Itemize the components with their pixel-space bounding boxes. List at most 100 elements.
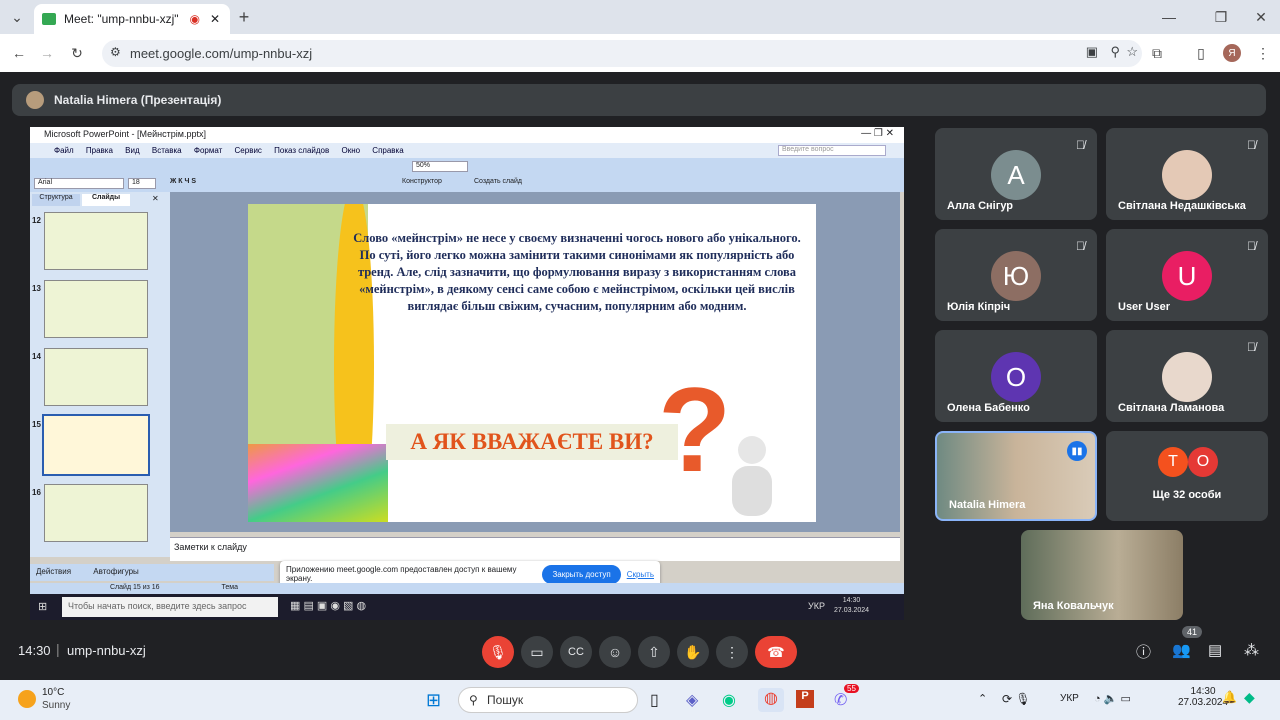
participant-tile[interactable]: 🎙̸ Світлана Недашківська: [1106, 128, 1268, 220]
menu-icon[interactable]: ⋮: [1252, 42, 1274, 64]
weather-temp: 10°C: [42, 687, 65, 698]
viber-icon[interactable]: ✆: [834, 690, 847, 710]
side-panel-icon[interactable]: ▯: [1190, 42, 1212, 64]
participant-tile[interactable]: O Олена Бабенко: [935, 330, 1097, 422]
start-icon[interactable]: ⊞: [426, 690, 441, 711]
menu-edit[interactable]: Правка: [86, 146, 113, 155]
browser-tab[interactable]: Meet: "ump-nnbu-xzj" ◉ ✕: [34, 4, 230, 34]
menu-window[interactable]: Окно: [341, 146, 360, 155]
stop-sharing-button[interactable]: Закрыть доступ: [542, 564, 621, 584]
menu-file[interactable]: Файл: [54, 146, 74, 155]
slide-thumbnail[interactable]: [44, 280, 148, 338]
zoom-select[interactable]: 50%: [412, 161, 468, 172]
slide-thumbnail[interactable]: [44, 348, 148, 406]
chrome-icon[interactable]: ◍: [758, 688, 784, 712]
captions-button[interactable]: CC: [560, 636, 592, 668]
menu-help[interactable]: Справка: [372, 146, 403, 155]
more-participants-tile[interactable]: T O Ще 32 особи: [1106, 431, 1268, 521]
inner-start-icon[interactable]: ⊞: [38, 600, 47, 613]
teams-icon[interactable]: ◈: [686, 690, 698, 710]
ppt-titlebar: Microsoft PowerPoint - [Мейнстрім.pptx] …: [30, 127, 904, 143]
help-search-input[interactable]: Введите вопрос: [778, 145, 886, 156]
tray-chevron-icon[interactable]: ⌃: [978, 692, 987, 705]
forward-icon[interactable]: →: [36, 42, 58, 64]
tab-close-icon[interactable]: ✕: [210, 12, 220, 26]
activities-icon[interactable]: ⁂: [1244, 641, 1259, 659]
slide-thumbnail[interactable]: [44, 484, 148, 542]
participant-photo-avatar: [1162, 352, 1212, 402]
pane-close-icon[interactable]: ✕: [152, 194, 159, 203]
participant-avatar: Ю: [991, 251, 1041, 301]
tab-title: Meet: "ump-nnbu-xzj": [64, 12, 179, 26]
copilot-icon[interactable]: ◆: [1244, 689, 1255, 706]
inner-taskbar-apps-icon[interactable]: ▦ ▤ ▣ ◉ ▧ ◍: [290, 599, 366, 612]
notes-area[interactable]: Заметки к слайду: [170, 537, 900, 561]
info-icon[interactable]: ⓘ: [1136, 641, 1151, 662]
menu-slideshow[interactable]: Показ слайдов: [274, 146, 329, 155]
close-window-icon[interactable]: ✕: [1250, 6, 1272, 28]
menu-view[interactable]: Вид: [125, 146, 139, 155]
zoom-icon[interactable]: ⚲: [1110, 44, 1120, 60]
bookmark-star-icon[interactable]: ☆: [1126, 44, 1138, 60]
task-view-icon[interactable]: ▯: [650, 690, 659, 710]
thumb-number: 14: [32, 352, 41, 361]
restore-icon[interactable]: ❐: [1210, 6, 1232, 28]
edge-icon[interactable]: ◉: [722, 690, 736, 710]
participant-tile[interactable]: 🎙̸ U User User: [1106, 229, 1268, 321]
font-size-select[interactable]: 18: [128, 178, 156, 189]
powerpoint-icon[interactable]: P: [796, 690, 814, 708]
network-sound-icon[interactable]: ◔ 🔈 ▭: [1094, 692, 1131, 705]
shared-screen: Microsoft PowerPoint - [Мейнстрім.pptx] …: [30, 127, 904, 620]
extensions-icon[interactable]: ⧉: [1146, 42, 1168, 64]
chat-icon[interactable]: ▤: [1208, 641, 1222, 659]
participant-tile-speaking[interactable]: ▮▮ Natalia Himera: [935, 431, 1097, 521]
menu-service[interactable]: Сервис: [235, 146, 262, 155]
notification-bell-icon[interactable]: 🔔: [1222, 690, 1237, 704]
drawing-toolbar: Действия Автофигуры: [30, 564, 274, 581]
tray-icons[interactable]: ⟳ 🎙: [1002, 692, 1031, 706]
site-info-icon[interactable]: ⚙: [110, 45, 121, 59]
slide-thumbnail-selected[interactable]: [42, 414, 150, 476]
back-icon[interactable]: ←: [8, 42, 30, 64]
leave-call-button[interactable]: ☎: [755, 636, 797, 668]
tab-outline[interactable]: Структура: [32, 194, 80, 206]
camera-icon[interactable]: ▣: [1086, 44, 1098, 60]
tab-search-icon[interactable]: ⌄: [6, 6, 28, 28]
autoshapes-menu[interactable]: Автофигуры: [93, 567, 139, 576]
more-options-button[interactable]: ⋮: [716, 636, 748, 668]
present-button[interactable]: ⇧: [638, 636, 670, 668]
menu-insert[interactable]: Вставка: [152, 146, 182, 155]
participant-tile[interactable]: 🎙̸ Ю Юлія Кіпріч: [935, 229, 1097, 321]
taskbar-clock[interactable]: 14:30 27.03.2024: [1178, 686, 1228, 708]
tray-lang[interactable]: УКР: [1060, 693, 1079, 704]
font-select[interactable]: Arial: [34, 178, 124, 189]
designer-button[interactable]: Конструктор: [402, 178, 442, 185]
inner-search-box[interactable]: Чтобы начать поиск, введите здесь запрос: [62, 597, 278, 617]
raise-hand-button[interactable]: ✋: [677, 636, 709, 668]
minimize-icon[interactable]: —: [1158, 6, 1180, 28]
reload-icon[interactable]: ↻: [66, 42, 88, 64]
emoji-button[interactable]: ☺: [599, 636, 631, 668]
new-tab-icon[interactable]: +: [233, 6, 255, 28]
create-slide-button[interactable]: Создать слайд: [474, 178, 522, 185]
slide-thumbnail[interactable]: [44, 212, 148, 270]
camera-toggle-button[interactable]: ▭: [521, 636, 553, 668]
hide-link[interactable]: Скрыть: [627, 570, 654, 579]
taskbar-search[interactable]: ⚲ Пошук: [458, 687, 638, 713]
tab-slides[interactable]: Слайды: [82, 194, 130, 206]
menu-format[interactable]: Формат: [194, 146, 222, 155]
mic-toggle-button[interactable]: 🎙: [482, 636, 514, 668]
bold-italic-underline-icons[interactable]: Ж К Ч S: [170, 178, 196, 185]
ppt-statusbar: Слайд 15 из 16 Тема: [30, 583, 904, 594]
self-view-tile[interactable]: Яна Ковальчук: [1021, 530, 1183, 620]
participant-tile[interactable]: 🎙̸ Світлана Ламанова: [1106, 330, 1268, 422]
divider: |: [56, 641, 60, 657]
profile-avatar[interactable]: Я: [1223, 44, 1241, 62]
actions-menu[interactable]: Действия: [36, 567, 71, 576]
address-bar[interactable]: ⚙ meet.google.com/ump-nnbu-xzj ▣ ⚲ ☆: [102, 40, 1142, 67]
people-icon[interactable]: 👥: [1172, 641, 1191, 659]
ppt-window-controls-icon[interactable]: — ❐ ✕: [861, 128, 894, 139]
participant-name: Natalia Himera: [949, 499, 1026, 511]
participant-tile[interactable]: 🎙̸ A Алла Снігур: [935, 128, 1097, 220]
meeting-code: ump-nnbu-xzj: [67, 643, 146, 658]
